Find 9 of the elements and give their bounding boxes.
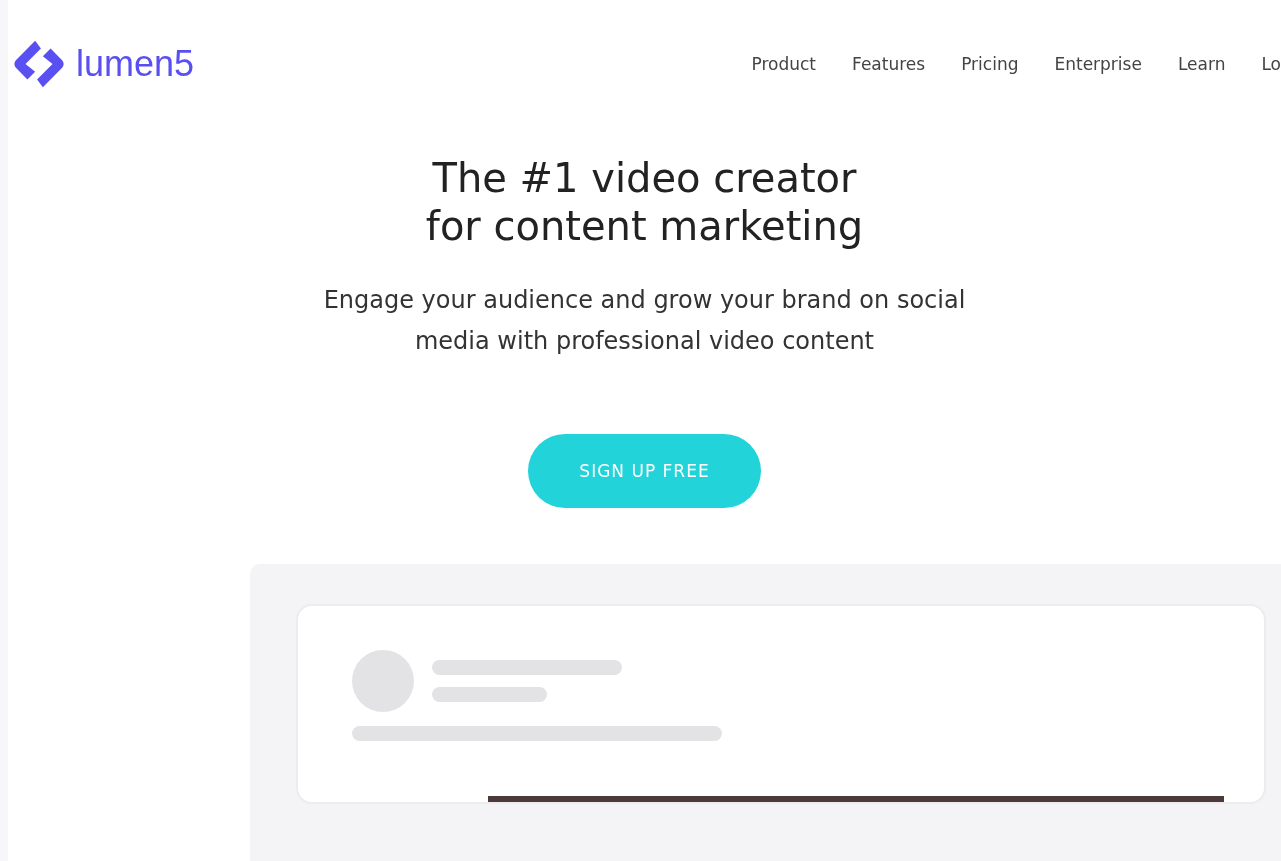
logo-wordmark[interactable]: lumen5: [76, 43, 195, 85]
nav-link[interactable]: Enterprise: [1054, 54, 1142, 74]
nav-link[interactable]: Features: [852, 54, 926, 74]
nav-link[interactable]: Pricing: [961, 54, 1019, 74]
nav-link[interactable]: Lo: [1261, 54, 1281, 74]
hero-subtitle: Engage your audience and grow your brand on social media with professional video content: [323, 285, 966, 357]
nav-link[interactable]: Learn: [1177, 54, 1226, 74]
hero-title: The #1 video creator for content marketing: [425, 154, 864, 250]
nav-link[interactable]: Product: [751, 54, 817, 74]
